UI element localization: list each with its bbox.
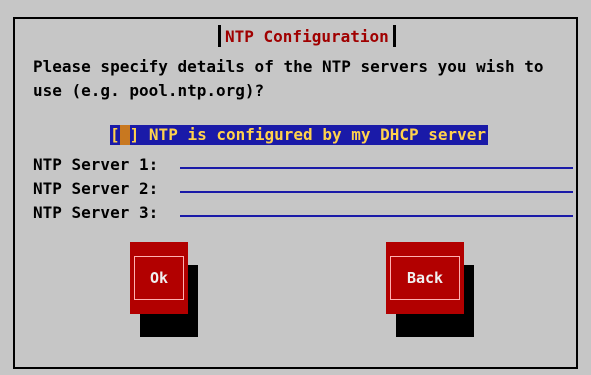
ntp-server-3-row: NTP Server 3:	[33, 198, 573, 222]
checkbox-label-text: NTP is configured by my DHCP server	[148, 125, 487, 144]
dialog-title-bar: NTP Configuration	[212, 24, 402, 48]
checkbox-open-bracket: [	[110, 125, 120, 144]
checkbox-close-bracket: ]	[129, 125, 140, 144]
ntp-server-3-label: NTP Server 3:	[33, 203, 159, 222]
title-right-bracket	[392, 25, 396, 47]
back-button-label[interactable]: Back	[390, 256, 460, 300]
back-button-face[interactable]: Back	[386, 242, 464, 314]
ok-button-label[interactable]: Ok	[134, 256, 184, 300]
ntp-server-1-row: NTP Server 1:	[33, 150, 573, 174]
dialog-prompt: Please specify details of the NTP server…	[33, 57, 544, 100]
ok-button[interactable]: Ok	[130, 242, 198, 337]
dialog-title: NTP Configuration	[225, 26, 389, 46]
ntp-server-fields: NTP Server 1: NTP Server 2: NTP Server 3…	[33, 150, 573, 222]
checkbox-check-mark[interactable]: *	[119, 125, 130, 145]
checkbox-label	[139, 125, 149, 145]
ok-button-face[interactable]: Ok	[130, 242, 188, 314]
back-button[interactable]: Back	[386, 242, 474, 337]
title-left-bracket	[218, 25, 221, 47]
ntp-server-3-input[interactable]	[180, 197, 573, 217]
ntp-server-1-label: NTP Server 1:	[33, 155, 159, 174]
ntp-server-1-input[interactable]	[180, 149, 573, 169]
ntp-server-2-label: NTP Server 2:	[33, 179, 159, 198]
dhcp-checkbox[interactable]: [ * ] NTP is configured by my DHCP serve…	[110, 125, 489, 145]
ntp-server-2-input[interactable]	[180, 173, 573, 193]
ntp-server-2-row: NTP Server 2:	[33, 174, 573, 198]
